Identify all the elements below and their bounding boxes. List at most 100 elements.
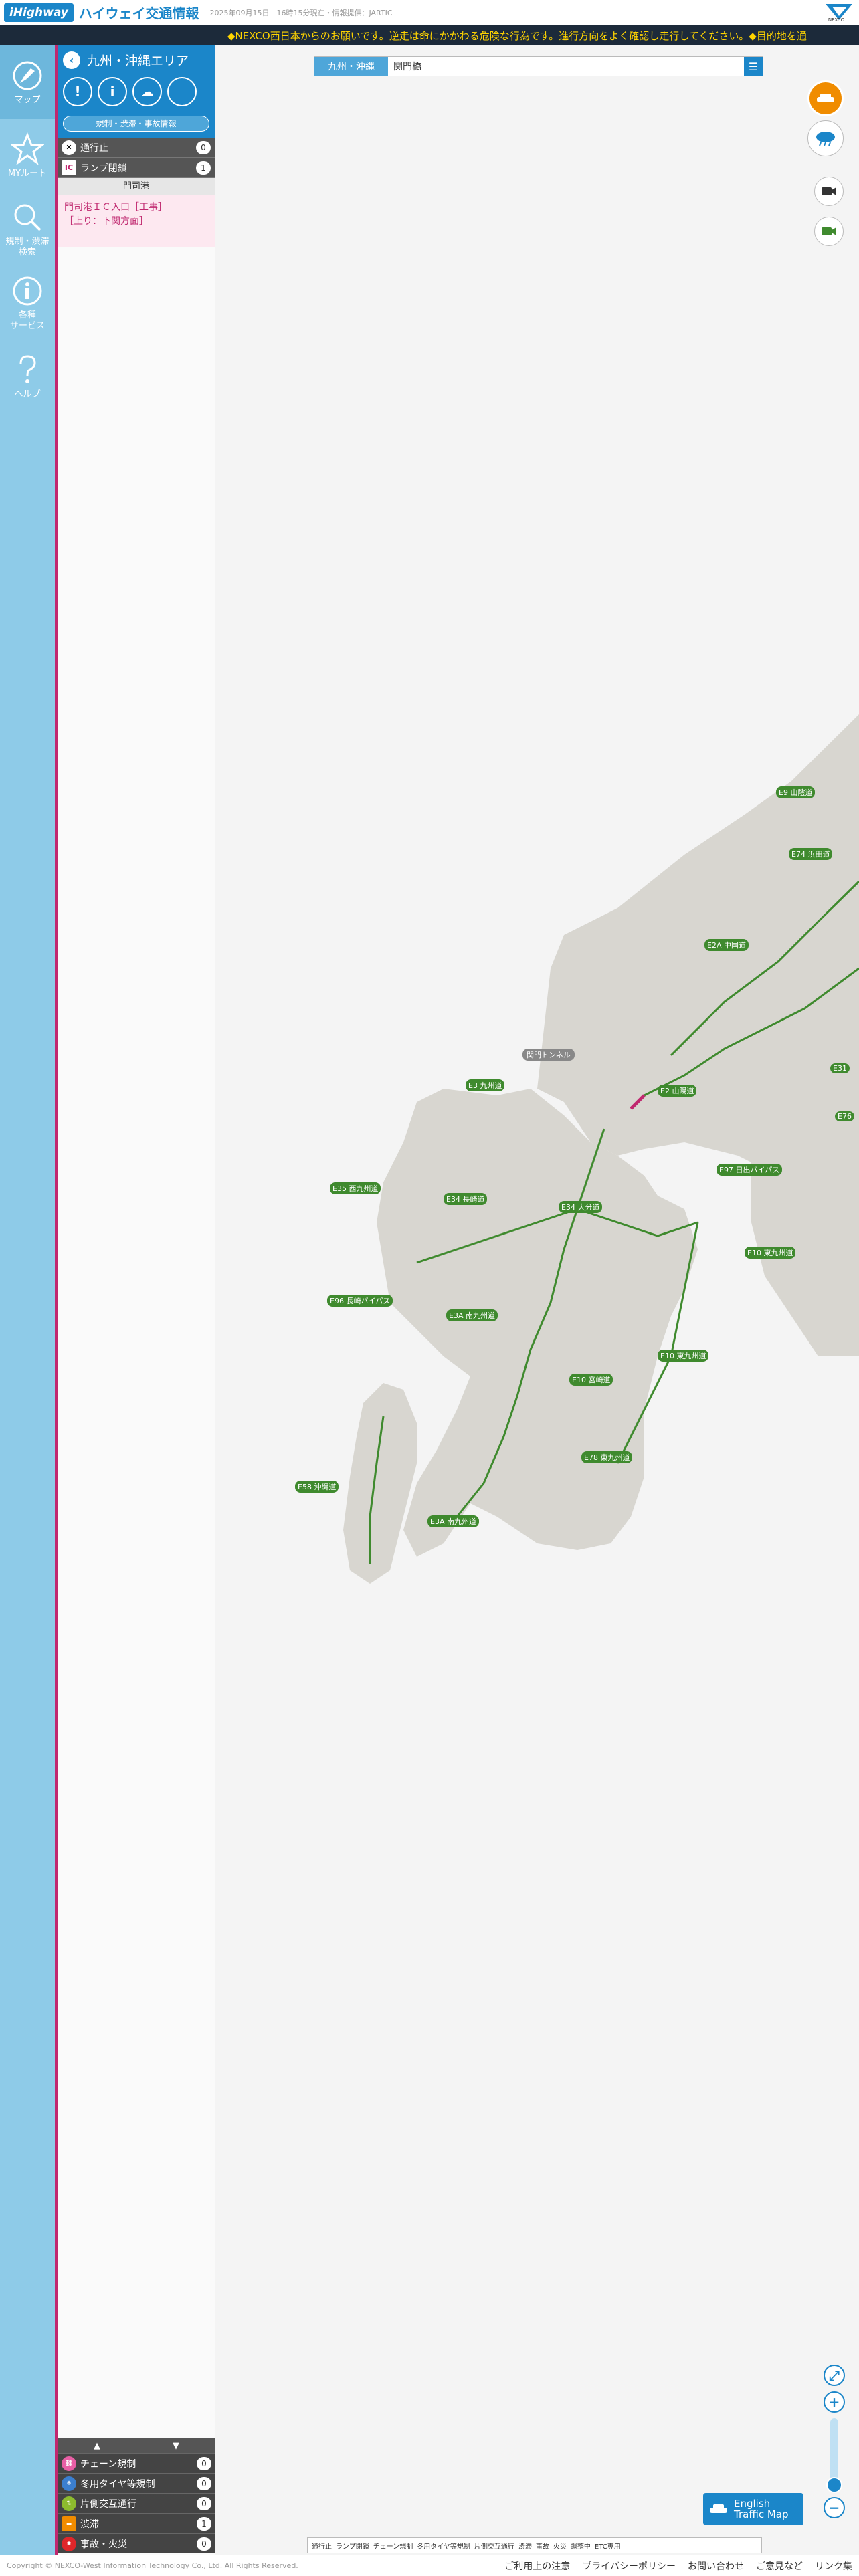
filter-row: ! i ☁ xyxy=(63,77,209,106)
map-label-e31[interactable]: E31 xyxy=(830,1063,850,1073)
ramp-closure-count-row[interactable]: IC ランプ閉鎖 1 xyxy=(58,158,215,178)
nexco-logo[interactable]: NEXCO xyxy=(819,3,854,23)
footer-link-feedback[interactable]: ご意見など xyxy=(756,2559,803,2573)
nav-help[interactable]: ヘルプ xyxy=(0,340,55,413)
map-label-e10-north[interactable]: E10 東九州道 xyxy=(745,1247,796,1259)
search-menu-button[interactable]: ☰ xyxy=(744,57,763,76)
fullscreen-button[interactable]: ⤢ xyxy=(824,2365,845,2386)
footer-link-terms[interactable]: ご利用上の注意 xyxy=(504,2559,570,2573)
restriction-info-button[interactable]: 規制・渋滞・事故情報 xyxy=(63,116,209,132)
map-label-e3a-south[interactable]: E3A 南九州道 xyxy=(427,1515,479,1527)
map-label-kanmon-tunnel[interactable]: 関門トンネル xyxy=(522,1049,575,1061)
zoom-controls: ⤢ + − xyxy=(821,2359,848,2524)
map-label-e2a[interactable]: E2A 中国道 xyxy=(704,939,749,951)
map-label-e78[interactable]: E78 東九州道 xyxy=(581,1451,633,1463)
map-label-e2[interactable]: E2 山陽道 xyxy=(658,1085,697,1097)
svg-text:NEXCO: NEXCO xyxy=(828,17,845,23)
video-camera-green-icon xyxy=(822,227,836,235)
zoom-in-button[interactable]: + xyxy=(824,2391,845,2413)
legend-row-chain[interactable]: ⛓ チェーン規制 0 xyxy=(58,2453,215,2473)
footer-link-contact[interactable]: お問い合わせ xyxy=(688,2559,744,2573)
ihighway-logo[interactable]: iHighway xyxy=(4,3,74,22)
legend-adjusting: 調整中 xyxy=(570,2543,591,2551)
extra-filter-button[interactable] xyxy=(167,77,197,106)
map-label-e35[interactable]: E35 西九州道 xyxy=(330,1182,381,1194)
legend-etc: ETC専用 xyxy=(594,2543,621,2551)
info-filter-button[interactable]: i xyxy=(98,77,127,106)
zoom-slider[interactable] xyxy=(826,2418,842,2493)
legend-row-alternate[interactable]: ⇅ 片側交互通行 0 xyxy=(58,2493,215,2513)
ramp-closure-label: ランプ閉鎖 xyxy=(80,163,127,174)
map-label-e34-oita[interactable]: E34 大分道 xyxy=(559,1201,603,1213)
map-label-e96[interactable]: E96 長崎バイパス xyxy=(327,1295,393,1307)
info-icon xyxy=(13,276,42,306)
nav-services-label: 各種 サービス xyxy=(9,310,45,331)
map-label-e10-mid[interactable]: E10 東九州道 xyxy=(658,1350,709,1362)
kyushu-land xyxy=(377,1089,698,1557)
weather-filter-button[interactable]: ☁ xyxy=(132,77,162,106)
news-ticker: ◆NEXCO西日本からのお願いです。逆走は命にかかわる危険な行為です。進行方向を… xyxy=(0,25,859,45)
legend-panel: ▲ ▼ ⛓ チェーン規制 0 ❄ 冬用タイヤ等規制 0 ⇅ 片側交互通行 0 ▬… xyxy=(58,2438,215,2553)
search-icon xyxy=(14,204,41,231)
site-title[interactable]: ハイウェイ交通情報 xyxy=(79,3,199,22)
panel-header: ‹ 九州・沖縄エリア ! i ☁ 規制・渋滞・事故情報 xyxy=(58,45,215,138)
back-button[interactable]: ‹ xyxy=(63,51,80,69)
traffic-map[interactable]: E9 山陰道 E74 浜田道 E2A 中国道 E31 E76 E2 山陽道 E3… xyxy=(216,45,859,2555)
legend-label: 冬用タイヤ等規制 xyxy=(80,2478,155,2490)
warning-filter-button[interactable]: ! xyxy=(63,77,92,106)
map-label-e58[interactable]: E58 沖縄道 xyxy=(295,1481,339,1493)
legend-row-congestion[interactable]: ▬ 渋滞 1 xyxy=(58,2513,215,2533)
map-label-e3a[interactable]: E3A 南九州道 xyxy=(446,1309,498,1321)
legend-row-accident[interactable]: ✹ 事故・火災 0 xyxy=(58,2533,215,2553)
camera-layer-button[interactable] xyxy=(814,177,844,206)
legend-row-snow-tire[interactable]: ❄ 冬用タイヤ等規制 0 xyxy=(58,2473,215,2493)
map-label-e74[interactable]: E74 浜田道 xyxy=(789,848,833,860)
map-canvas[interactable] xyxy=(216,45,859,2555)
map-label-e9[interactable]: E9 山陰道 xyxy=(776,786,816,798)
english-map-button[interactable]: English Traffic Map xyxy=(703,2493,803,2525)
closure-count-row[interactable]: ✕ 通行止 0 xyxy=(58,138,215,158)
accident-icon: ✹ xyxy=(62,2536,76,2551)
traffic-layer-button[interactable] xyxy=(807,80,844,116)
english-line1: English xyxy=(734,2497,771,2510)
nav-myroute-label: MYルート xyxy=(7,169,47,179)
nav-myroute[interactable]: MYルート xyxy=(0,119,55,193)
map-label-e3[interactable]: E3 九州道 xyxy=(466,1079,505,1091)
map-label-e10-miyazaki[interactable]: E10 宮崎道 xyxy=(569,1374,613,1386)
left-nav: マップ MYルート 規制・渋滞 検索 各種 サービス ヘルプ xyxy=(0,45,55,2576)
legend-alternate: 片側交互通行 xyxy=(474,2543,514,2551)
nav-search[interactable]: 規制・渋滞 検索 xyxy=(0,193,55,266)
nav-services[interactable]: 各種 サービス xyxy=(0,266,55,340)
legend-ramp: ランプ閉鎖 xyxy=(336,2543,369,2551)
closure-count: 0 xyxy=(196,140,211,154)
plus-icon: + xyxy=(828,2394,840,2410)
footer-link-privacy[interactable]: プライバシーポリシー xyxy=(582,2559,676,2573)
star-icon xyxy=(11,132,44,166)
legend-toggle[interactable]: ▲ ▼ xyxy=(58,2438,215,2453)
area-panel: ‹ 九州・沖縄エリア ! i ☁ 規制・渋滞・事故情報 ✕ 通行止 0 IC ラ… xyxy=(58,45,215,2576)
search-region-select[interactable]: 九州・沖縄 xyxy=(314,57,388,76)
legend-count: 0 xyxy=(197,2456,211,2470)
compass-icon xyxy=(13,61,42,90)
live-camera-button[interactable] xyxy=(814,217,844,246)
zoom-out-button[interactable]: − xyxy=(824,2497,845,2518)
site-header: iHighway ハイウェイ交通情報 2025年09月15日 16時15分現在・… xyxy=(0,0,859,25)
map-label-e76[interactable]: E76 xyxy=(835,1111,854,1121)
legend-count: 0 xyxy=(197,2476,211,2490)
minus-icon: − xyxy=(828,2500,840,2516)
amakusa-land xyxy=(343,1383,417,1584)
search-bar: 九州・沖縄 ☰ xyxy=(314,56,763,76)
map-label-e97[interactable]: E97 日出バイパス xyxy=(717,1164,783,1176)
legend-label: 渋滞 xyxy=(80,2518,99,2530)
zoom-slider-knob[interactable] xyxy=(826,2477,842,2493)
nav-map[interactable]: マップ xyxy=(0,45,55,119)
legend-chain: チェーン規制 xyxy=(373,2543,413,2551)
legend-up-icon[interactable]: ▲ xyxy=(94,2441,100,2451)
legend-down-icon[interactable]: ▼ xyxy=(173,2441,179,2451)
weather-layer-button[interactable] xyxy=(807,120,844,156)
footer-link-links[interactable]: リンク集 xyxy=(815,2559,852,2573)
search-input[interactable] xyxy=(388,57,744,76)
map-label-e34-nagasaki[interactable]: E34 長崎道 xyxy=(444,1193,488,1205)
legend-count: 0 xyxy=(197,2496,211,2510)
incident-item[interactable]: 門司港ＩＣ入口［工事］ ［上り：下関方面］ xyxy=(58,195,215,247)
